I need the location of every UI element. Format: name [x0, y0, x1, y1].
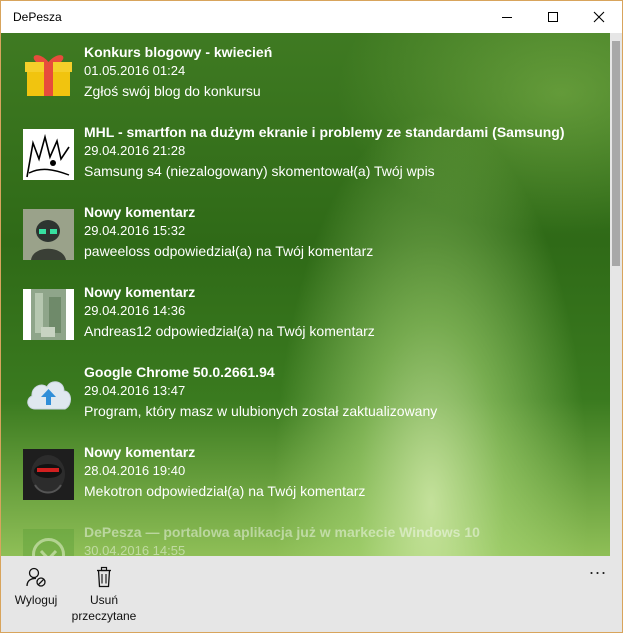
more-options-button[interactable]: ...: [589, 558, 607, 579]
item-date: 29.04.2016 21:28: [84, 143, 186, 158]
avatar-sketch: [23, 129, 74, 180]
close-button[interactable]: [576, 1, 622, 33]
item-date: 30.04.2016 14:55: [84, 543, 186, 556]
item-description: paweeloss odpowiedział(a) na Twój koment…: [84, 243, 374, 259]
logout-label: Wyloguj: [14, 593, 58, 607]
item-description: Samsung s4 (niezalogowany) skomentował(a…: [84, 163, 435, 179]
list-item[interactable]: Google Chrome 50.0.2661.94 29.04.2016 13…: [23, 363, 603, 437]
item-description: Program, który masz w ulubionych został …: [84, 403, 438, 419]
item-title: Nowy komentarz: [84, 284, 196, 300]
delete-read-button[interactable]: Usuń przeczytane: [69, 566, 139, 624]
maximize-button[interactable]: [530, 1, 576, 33]
notification-list[interactable]: Konkurs blogowy - kwiecień 01.05.2016 01…: [1, 33, 610, 556]
delete-read-label-line1: Usuń: [89, 593, 118, 607]
item-date: 29.04.2016 14:36: [84, 303, 186, 318]
app-logo: [23, 529, 74, 556]
avatar-photo: [23, 289, 74, 340]
minimize-button[interactable]: [484, 1, 530, 33]
avatar-helmet: [23, 209, 74, 260]
item-title: Konkurs blogowy - kwiecień: [84, 44, 273, 60]
delete-read-label-line2: przeczytane: [71, 609, 137, 623]
item-description: Zgłoś swój blog do konkursu: [84, 83, 261, 99]
cloud-upload-icon: [23, 369, 74, 420]
item-date: 29.04.2016 15:32: [84, 223, 186, 238]
list-item[interactable]: Konkurs blogowy - kwiecień 01.05.2016 01…: [23, 43, 603, 117]
title-bar[interactable]: DePesza: [1, 1, 622, 33]
command-bar: Wyloguj Usuń przeczytane ...: [1, 556, 622, 632]
list-item[interactable]: MHL - smartfon na dużym ekranie i proble…: [23, 123, 603, 197]
list-item[interactable]: Nowy komentarz 28.04.2016 19:40 Mekotron…: [23, 443, 603, 517]
item-title: MHL - smartfon na dużym ekranie i proble…: [84, 124, 565, 140]
gift-icon: [23, 49, 74, 100]
trash-icon: [97, 566, 111, 588]
window-title: DePesza: [13, 10, 62, 24]
avatar-robot: [23, 449, 74, 500]
item-title: DePesza — portalowa aplikacja już w mark…: [84, 524, 480, 540]
scrollbar-thumb[interactable]: [612, 41, 620, 266]
item-date: 28.04.2016 19:40: [84, 463, 186, 478]
item-title: Nowy komentarz: [84, 204, 196, 220]
item-description: Andreas12 odpowiedział(a) na Twój koment…: [84, 323, 375, 339]
app-window: DePesza Konkurs blogowy - kwiecień 01.05…: [0, 0, 623, 633]
item-title: Google Chrome 50.0.2661.94: [84, 364, 275, 380]
list-item[interactable]: Nowy komentarz 29.04.2016 15:32 paweelos…: [23, 203, 603, 277]
vertical-scrollbar[interactable]: [610, 33, 622, 556]
item-description: Mekotron odpowiedział(a) na Twój komenta…: [84, 483, 366, 499]
item-date: 29.04.2016 13:47: [84, 383, 186, 398]
minimize-icon: [502, 17, 512, 18]
close-icon: [593, 11, 605, 23]
item-date: 01.05.2016 01:24: [84, 63, 186, 78]
logout-button[interactable]: Wyloguj: [9, 566, 63, 608]
user-logout-icon: [26, 567, 46, 587]
list-item[interactable]: DePesza — portalowa aplikacja już w mark…: [23, 523, 603, 556]
list-item[interactable]: Nowy komentarz 29.04.2016 14:36 Andreas1…: [23, 283, 603, 357]
item-title: Nowy komentarz: [84, 444, 196, 460]
maximize-icon: [548, 12, 558, 22]
